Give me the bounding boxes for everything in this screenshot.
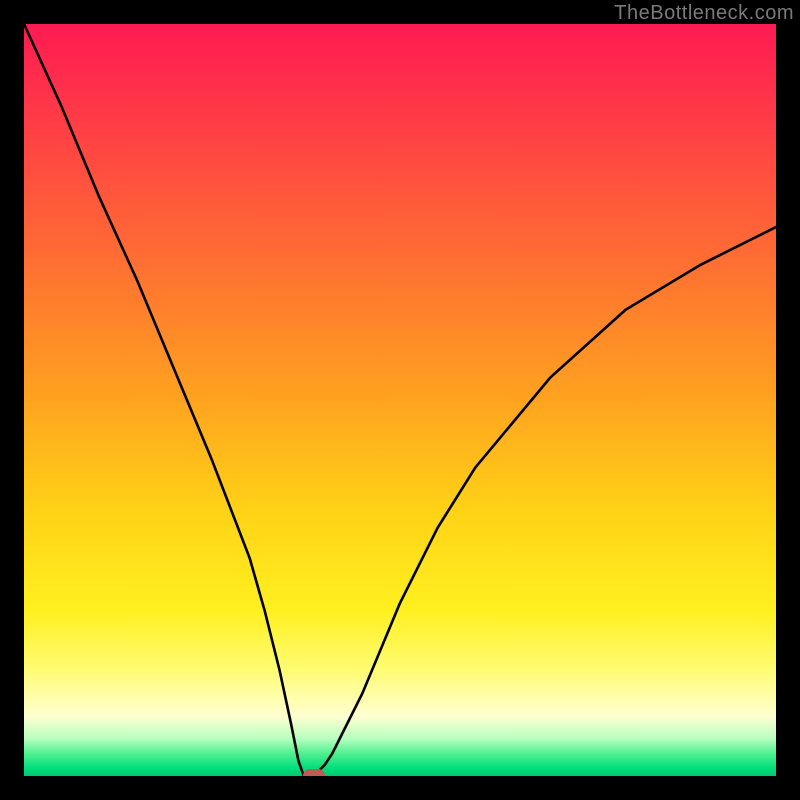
- optimal-point-marker: [303, 769, 325, 776]
- watermark-text: TheBottleneck.com: [614, 2, 794, 25]
- bottleneck-curve-svg: [24, 24, 776, 776]
- bottleneck-curve-path: [24, 24, 776, 776]
- plot-area: [24, 24, 776, 776]
- chart-frame: TheBottleneck.com: [0, 0, 800, 800]
